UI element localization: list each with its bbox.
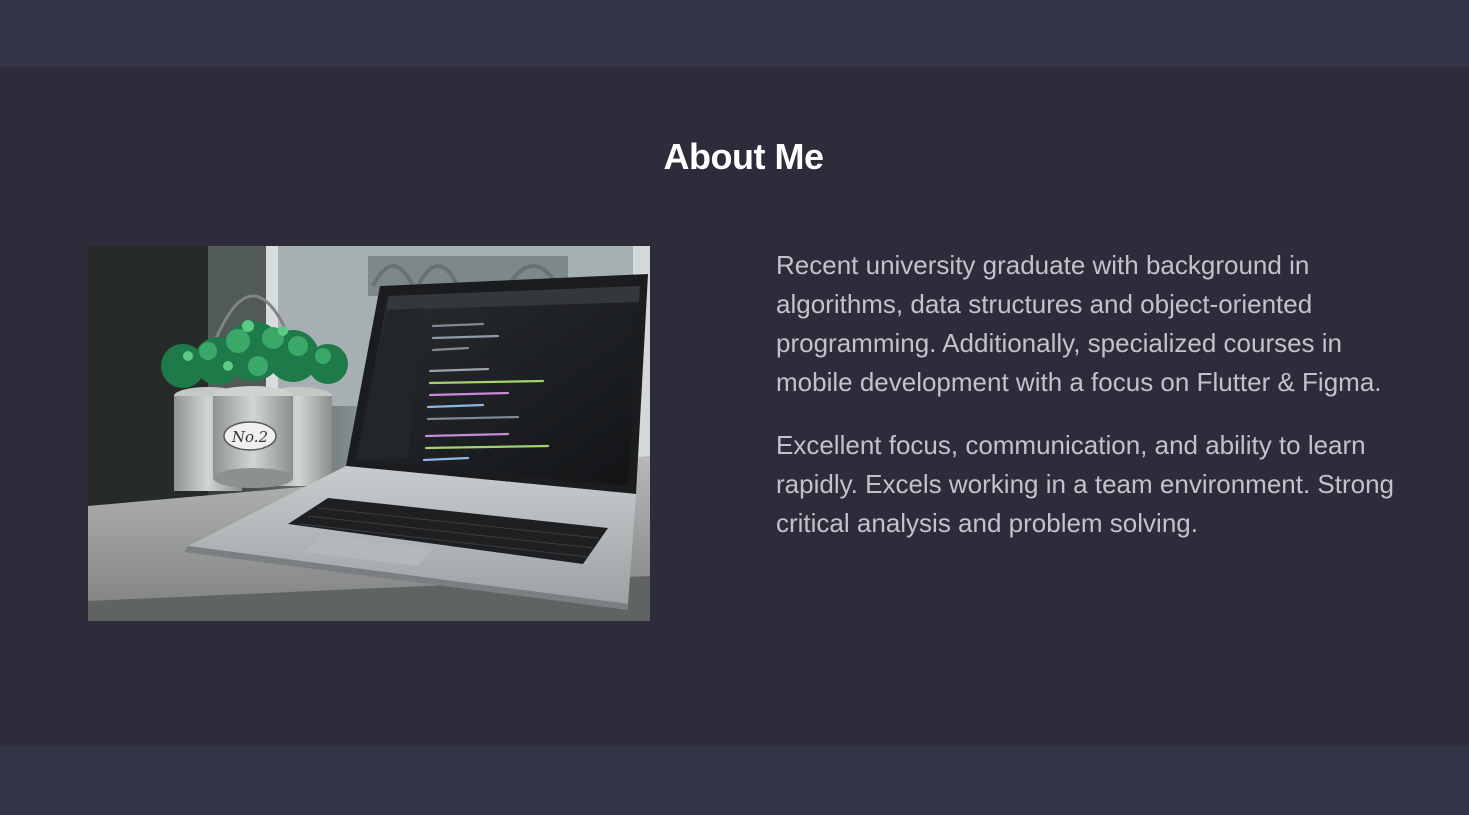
about-photo: No.2 [88,246,650,621]
about-bio: Recent university graduate with backgrou… [776,246,1416,567]
top-band [0,0,1469,67]
pot-label: No.2 [231,428,268,446]
section-title: About Me [663,136,824,177]
about-section: About Me No.2 Recent university graduate… [0,67,1469,746]
bottom-band [0,746,1469,815]
bio-paragraph-education: Recent university graduate with backgrou… [776,250,1382,397]
bio-paragraph-strengths: Excellent focus, communication, and abil… [776,430,1395,538]
